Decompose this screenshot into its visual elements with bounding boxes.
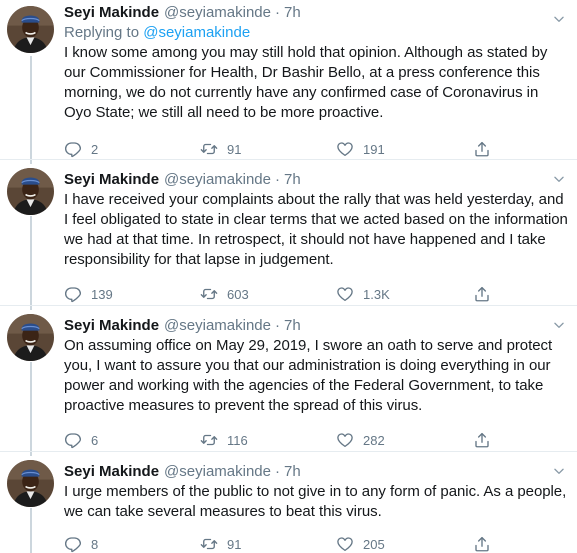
heart-outline-icon [336,431,354,449]
like-count: 1.3K [363,286,390,302]
timestamp[interactable]: 7h [284,462,301,482]
like-count: 191 [363,141,385,157]
tweet-text: I urge members of the public to not give… [64,483,567,520]
replying-to-handle-link[interactable]: @seyiamakinde [143,24,250,41]
timestamp[interactable]: 7h [284,3,301,23]
tweet-text: I know some among you may still hold tha… [64,44,548,121]
chevron-down-icon[interactable] [552,464,566,478]
chevron-down-icon[interactable] [552,12,566,26]
tweet-header: Seyi Makinde @seyiamakinde · 7h [64,306,569,336]
reply-button[interactable]: 6 [64,431,200,449]
reply-count: 139 [91,286,113,302]
author-name[interactable]: Seyi Makinde [64,170,159,190]
share-upload-icon [473,285,491,303]
tweet[interactable]: Seyi Makinde @seyiamakinde · 7h I urge m… [0,452,577,553]
reply-button[interactable]: 139 [64,285,200,303]
tweet-header: Seyi Makinde @seyiamakinde · 7h [64,452,569,482]
separator-dot: · [275,317,280,334]
like-count: 282 [363,432,385,448]
reply-button[interactable]: 2 [64,140,200,158]
retweet-arrows-icon [200,285,218,303]
comment-bubble-icon [64,535,82,553]
thread-line [30,452,32,456]
comment-bubble-icon [64,431,82,449]
timestamp[interactable]: 7h [284,316,301,336]
share-button[interactable] [473,431,491,449]
retweet-button[interactable]: 603 [200,285,336,303]
retweet-arrows-icon [200,535,218,553]
avatar-image [7,314,54,361]
retweet-count: 603 [227,286,249,302]
author-handle[interactable]: @seyiamakinde [164,462,271,482]
reply-count: 8 [91,536,99,552]
reply-count: 2 [91,141,99,157]
retweet-arrows-icon [200,140,218,158]
tweet-text: On assuming office on May 29, 2019, I sw… [64,337,553,414]
like-button[interactable]: 1.3K [336,285,473,303]
retweet-count: 91 [227,536,242,552]
tweet[interactable]: Seyi Makinde @seyiamakinde · 7h Replying… [0,0,577,160]
retweet-button[interactable]: 91 [200,140,336,158]
timestamp[interactable]: 7h [284,170,301,190]
avatar[interactable] [7,168,54,215]
author-name[interactable]: Seyi Makinde [64,462,159,482]
thread-line [30,56,32,159]
author-handle[interactable]: @seyiamakinde [164,170,271,190]
avatar[interactable] [7,6,54,53]
share-button[interactable] [473,140,491,158]
retweet-arrows-icon [200,431,218,449]
reply-button[interactable]: 8 [64,535,200,553]
avatar-image [7,6,54,53]
avatar-image [7,168,54,215]
tweet-thread: Seyi Makinde @seyiamakinde · 7h Replying… [0,0,577,553]
avatar[interactable] [7,314,54,361]
heart-outline-icon [336,285,354,303]
retweet-count: 91 [227,141,242,157]
author-handle[interactable]: @seyiamakinde [164,316,271,336]
tweet[interactable]: Seyi Makinde @seyiamakinde · 7h I have r… [0,160,577,306]
chevron-down-icon[interactable] [552,172,566,186]
heart-outline-icon [336,535,354,553]
heart-outline-icon [336,140,354,158]
author-name[interactable]: Seyi Makinde [64,3,159,23]
tweet-text: I have received your complaints about th… [64,191,568,268]
tweet[interactable]: Seyi Makinde @seyiamakinde · 7h On assum… [0,306,577,452]
share-upload-icon [473,431,491,449]
retweet-button[interactable]: 91 [200,535,336,553]
thread-line [30,508,32,553]
tweet-actions: 8 91 205 [64,528,569,553]
like-button[interactable]: 282 [336,431,473,449]
comment-bubble-icon [64,140,82,158]
like-button[interactable]: 205 [336,535,473,553]
avatar-image [7,460,54,507]
retweet-count: 116 [227,432,248,448]
thread-line [30,216,32,305]
reply-count: 6 [91,432,99,448]
tweet-header: Seyi Makinde @seyiamakinde · 7h [64,0,569,23]
replying-to: Replying to @seyiamakinde [64,23,569,43]
like-button[interactable]: 191 [336,140,473,158]
separator-dot: · [275,171,280,188]
separator-dot: · [275,463,280,480]
separator-dot: · [275,4,280,21]
author-handle[interactable]: @seyiamakinde [164,3,271,23]
share-button[interactable] [473,535,491,553]
thread-line [30,362,32,451]
author-name[interactable]: Seyi Makinde [64,316,159,336]
chevron-down-icon[interactable] [552,318,566,332]
retweet-button[interactable]: 116 [200,431,336,449]
share-upload-icon [473,140,491,158]
share-upload-icon [473,535,491,553]
tweet-header: Seyi Makinde @seyiamakinde · 7h [64,160,569,190]
avatar[interactable] [7,460,54,507]
comment-bubble-icon [64,285,82,303]
thread-line [30,306,32,310]
thread-line [30,160,32,164]
replying-to-label: Replying to [64,24,140,41]
share-button[interactable] [473,285,491,303]
like-count: 205 [363,536,385,552]
